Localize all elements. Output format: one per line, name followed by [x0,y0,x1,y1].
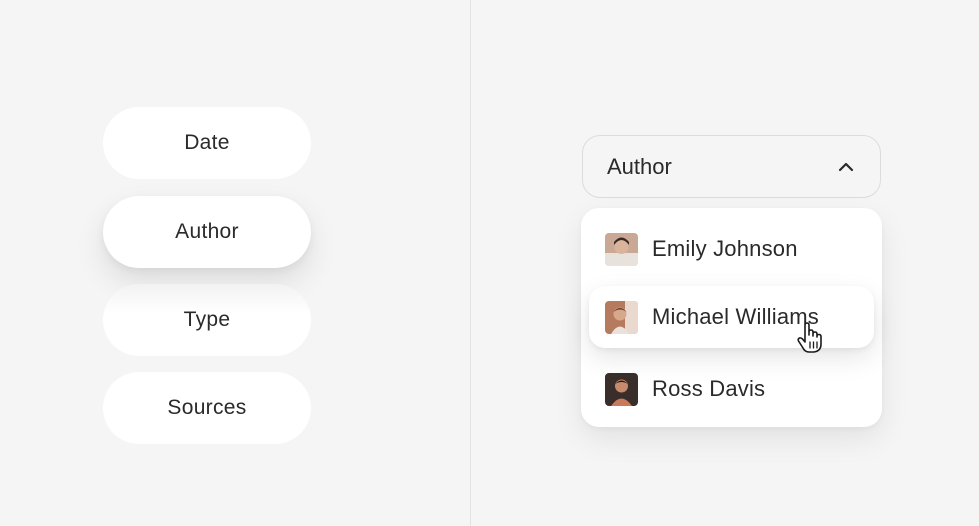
avatar [605,232,638,266]
option-label: Michael Williams [652,304,819,329]
select-value: Author [607,153,672,179]
option-label: Ross Davis [652,376,766,401]
author-select[interactable]: Author [582,135,881,198]
avatar [605,300,638,334]
chevron-up-icon [836,157,856,177]
avatar [605,372,638,406]
filter-label: Sources [167,396,247,419]
filter-label: Date [184,131,230,154]
filter-date-button[interactable]: Date [103,107,311,179]
option-ross-davis[interactable]: Ross Davis [589,358,874,420]
panel-divider [470,0,471,526]
filter-label: Author [175,220,239,243]
filter-label: Type [183,308,231,331]
filter-author-button[interactable]: Author [103,196,311,268]
option-label: Emily Johnson [652,236,798,261]
option-emily-johnson[interactable]: Emily Johnson [589,218,874,280]
filter-sources-button[interactable]: Sources [103,372,311,444]
filter-type-button[interactable]: Type [103,284,311,356]
author-dropdown-menu: Emily Johnson Michael Williams Ross Davi… [581,208,882,427]
option-michael-williams[interactable]: Michael Williams [589,286,874,348]
